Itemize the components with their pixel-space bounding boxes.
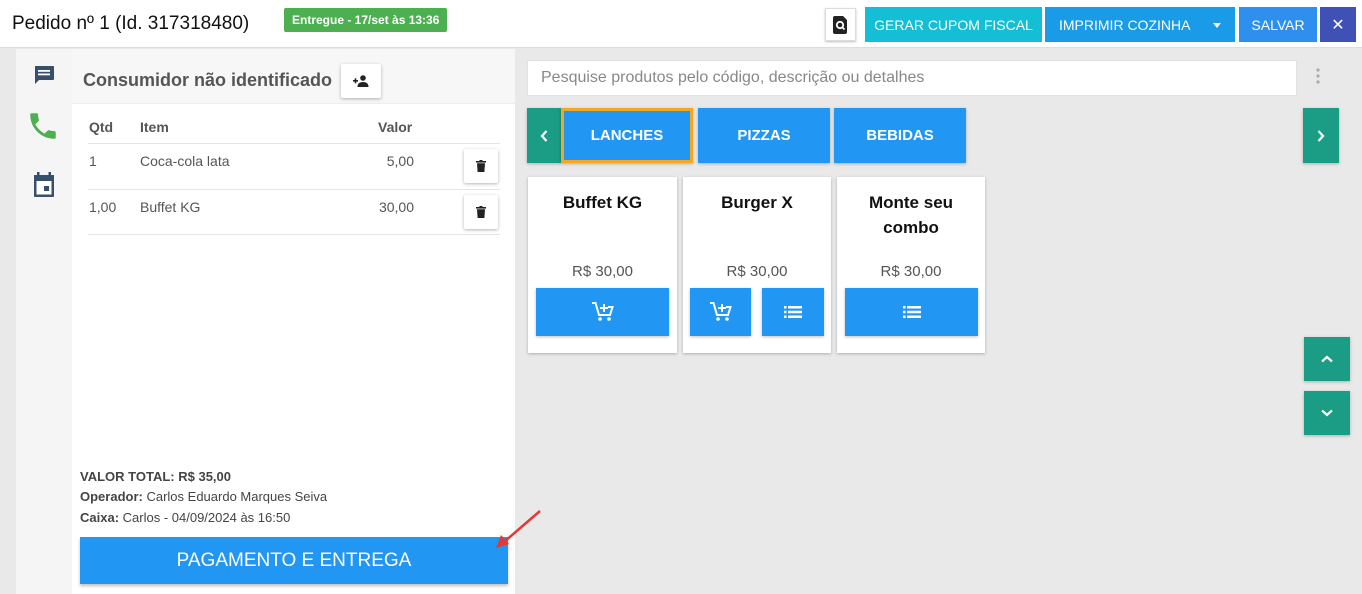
operator-value: Carlos Eduardo Marques Seiva xyxy=(146,489,328,504)
product-name: Monte seu combo xyxy=(868,193,954,237)
category-prev-button[interactable] xyxy=(527,108,561,163)
product-card-burger-x: Burger X R$ 30,00 xyxy=(683,177,831,353)
salvar-button[interactable]: SALVAR xyxy=(1239,7,1317,42)
add-person-icon xyxy=(353,75,369,87)
chevron-left-icon xyxy=(540,129,548,142)
product-details-button[interactable] xyxy=(845,288,978,336)
scroll-down-button[interactable] xyxy=(1304,391,1350,435)
row-item: Buffet KG xyxy=(140,199,201,215)
total-label: VALOR TOTAL: xyxy=(80,469,175,484)
gerar-cupom-fiscal-button[interactable]: GERAR CUPOM FISCAL xyxy=(865,7,1042,42)
product-card-buffet-kg: Buffet KG R$ 30,00 xyxy=(528,177,677,353)
chevron-up-icon xyxy=(1321,355,1333,363)
product-card-monte-seu-combo: Monte seu combo R$ 30,00 xyxy=(837,177,985,353)
product-name: Burger X xyxy=(721,193,793,212)
phone-icon[interactable] xyxy=(26,109,60,148)
list-icon xyxy=(902,306,921,318)
total-line: VALOR TOTAL: R$ 35,00 xyxy=(80,469,231,484)
scroll-up-button[interactable] xyxy=(1304,337,1350,381)
tab-bebidas[interactable]: BEBIDAS xyxy=(834,108,966,163)
product-price: R$ 30,00 xyxy=(880,263,942,280)
consumer-header: Consumidor não identificado xyxy=(72,49,515,104)
product-name: Buffet KG xyxy=(562,193,643,212)
product-price: R$ 30,00 xyxy=(726,263,788,280)
row-qty: 1 xyxy=(89,153,97,169)
search-document-icon xyxy=(832,15,847,34)
list-icon xyxy=(784,306,802,318)
caixa-value: Carlos - 04/09/2024 às 16:50 xyxy=(122,510,291,525)
chevron-down-icon xyxy=(1321,409,1333,417)
annotation-arrow-icon xyxy=(496,510,541,548)
add-cart-icon xyxy=(709,302,732,321)
row-value: 5,00 xyxy=(386,153,414,169)
row-qty: 1,00 xyxy=(89,199,117,215)
left-rail xyxy=(16,49,72,594)
caixa-line: Caixa: Carlos - 04/09/2024 às 16:50 xyxy=(80,510,290,525)
add-consumer-button[interactable] xyxy=(341,64,381,98)
table-divider xyxy=(88,234,500,235)
add-cart-icon xyxy=(591,302,614,321)
product-details-button[interactable] xyxy=(762,288,824,336)
tab-pizzas[interactable]: PIZZAS xyxy=(698,108,830,163)
row-item: Coca-cola lata xyxy=(140,153,230,169)
imprimir-cozinha-label: IMPRIMIR COZINHA xyxy=(1059,17,1191,33)
product-search xyxy=(527,60,1297,96)
header-bar: Pedido nº 1 (Id. 317318480) Entregue - 1… xyxy=(0,0,1362,48)
imprimir-cozinha-button[interactable]: IMPRIMIR COZINHA xyxy=(1045,7,1235,42)
delete-item-button[interactable] xyxy=(464,195,498,229)
chevron-right-icon xyxy=(1317,129,1325,142)
operator-line: Operador: Carlos Eduardo Marques Seiva xyxy=(80,489,327,504)
trash-icon xyxy=(476,160,486,172)
add-to-cart-button[interactable] xyxy=(690,288,751,336)
order-panel: Consumidor não identificado Qtd Item Val… xyxy=(72,49,515,594)
total-value: R$ 35,00 xyxy=(178,469,231,484)
more-options-icon[interactable] xyxy=(1316,68,1320,89)
consumer-name: Consumidor não identificado xyxy=(83,70,333,90)
product-price: R$ 30,00 xyxy=(572,263,633,280)
search-input[interactable] xyxy=(528,61,1296,95)
trash-icon xyxy=(476,206,486,218)
column-header-value: Valor xyxy=(378,119,413,135)
pagamento-entrega-button[interactable]: PAGAMENTO E ENTREGA xyxy=(80,537,508,584)
chat-icon[interactable] xyxy=(32,63,56,92)
caixa-label: Caixa: xyxy=(80,510,120,525)
order-title: Pedido nº 1 (Id. 317318480) xyxy=(12,13,250,34)
preview-button[interactable] xyxy=(825,8,856,41)
tab-lanches[interactable]: LANCHES xyxy=(561,108,693,163)
status-badge: Entregue - 17/set às 13:36 xyxy=(284,8,448,32)
table-row: 1 Coca-cola lata 5,00 xyxy=(88,143,500,189)
close-button[interactable]: ✕ xyxy=(1320,7,1356,42)
row-value: 30,00 xyxy=(378,199,414,215)
caret-down-icon[interactable] xyxy=(1213,23,1221,28)
calendar-icon[interactable] xyxy=(32,172,56,203)
category-next-button[interactable] xyxy=(1303,108,1339,163)
column-header-qty: Qtd xyxy=(89,119,114,135)
delete-item-button[interactable] xyxy=(464,149,498,183)
operator-label: Operador: xyxy=(80,489,143,504)
table-row: 1,00 Buffet KG 30,00 xyxy=(88,189,500,235)
add-to-cart-button[interactable] xyxy=(536,288,669,336)
column-header-item: Item xyxy=(140,119,169,135)
